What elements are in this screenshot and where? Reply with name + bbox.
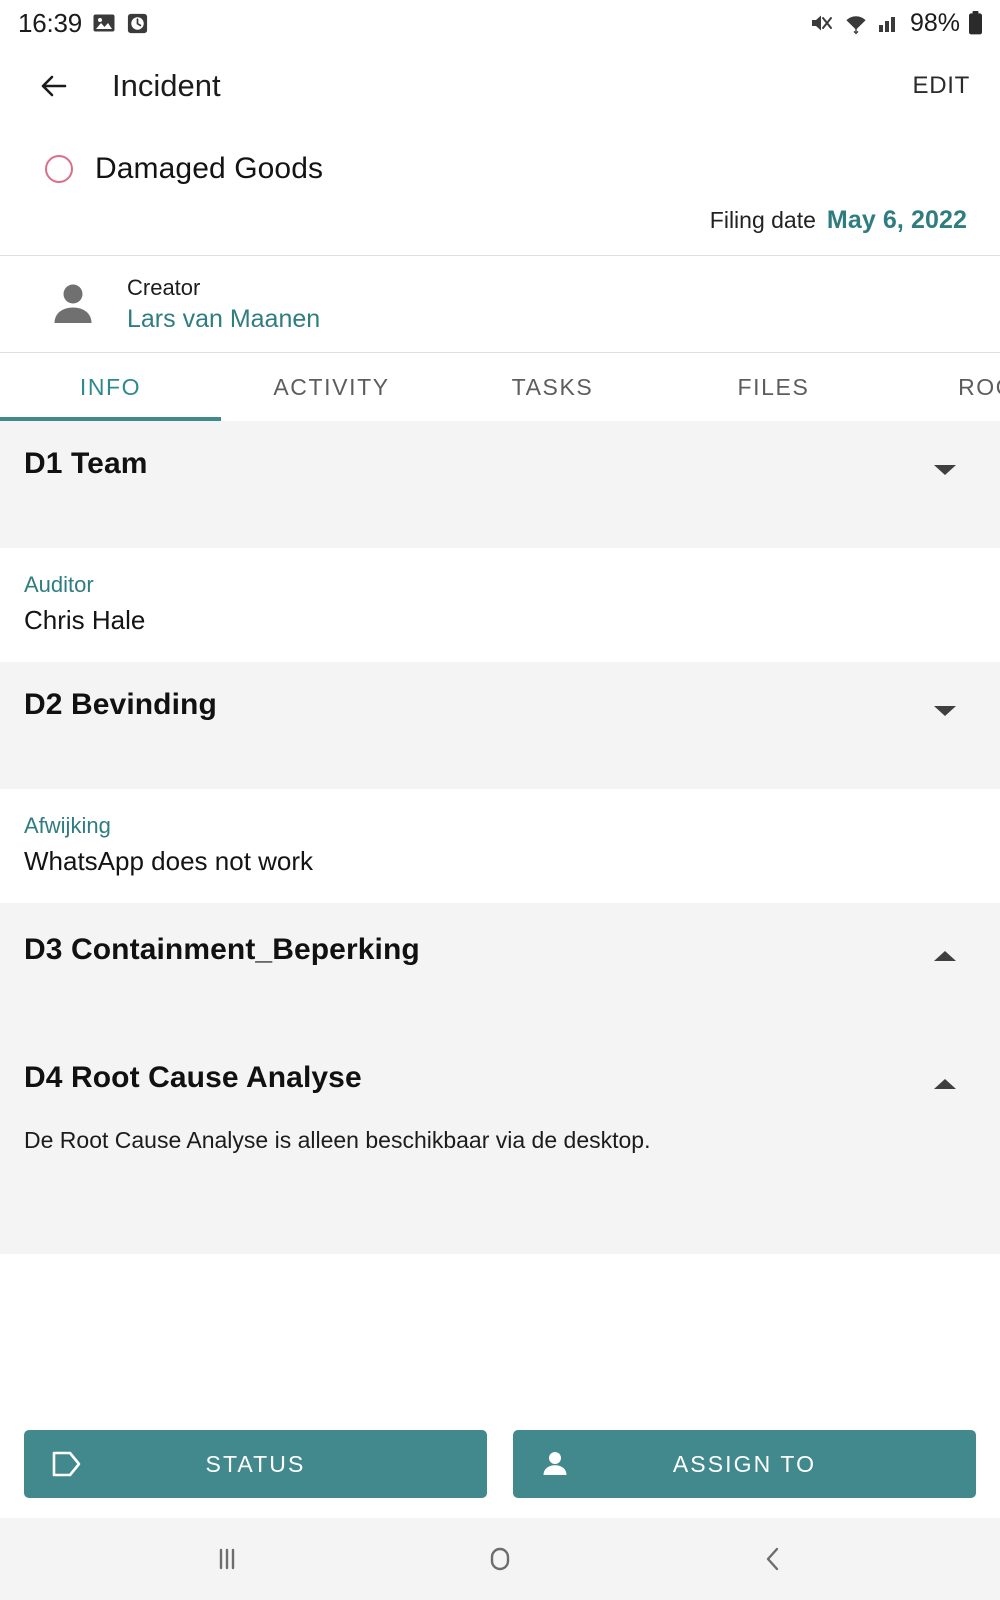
battery-icon <box>967 10 984 36</box>
section-header-d2-bevinding[interactable]: D2 Bevinding <box>0 662 1000 789</box>
assign-to-button[interactable]: ASSIGN TO <box>513 1430 976 1498</box>
person-icon <box>47 278 99 330</box>
creator-name[interactable]: Lars van Maanen <box>127 305 320 334</box>
recents-icon[interactable] <box>182 1529 272 1589</box>
chevron-down-icon[interactable] <box>928 694 962 728</box>
status-button-label: STATUS <box>205 1450 306 1477</box>
sections-d3-d4-panel: D3 Containment_Beperking D4 Root Cause A… <box>0 903 1000 1254</box>
back-arrow-icon[interactable] <box>28 60 80 112</box>
creator-texts: Creator Lars van Maanen <box>127 275 320 334</box>
action-bar: STATUS ASSIGN TO <box>0 1410 1000 1518</box>
section-header-d1-team[interactable]: D1 Team <box>0 421 1000 548</box>
field-value-afwijking: WhatsApp does not work <box>24 846 314 876</box>
status-bar: 16:39 98% <box>0 0 1000 46</box>
tab-tasks[interactable]: TASKS <box>442 353 663 421</box>
filing-date-row: Filing date May 6, 2022 <box>24 206 976 235</box>
chevron-up-icon[interactable] <box>928 939 962 973</box>
tab-activity[interactable]: ACTIVITY <box>221 353 442 421</box>
section-note-d4: De Root Cause Analyse is alleen beschikb… <box>24 1127 651 1153</box>
section-title-d4: D4 Root Cause Analyse <box>24 1061 362 1094</box>
section-header-d3-containment[interactable]: D3 Containment_Beperking <box>24 903 976 973</box>
section-title-d2: D2 Bevinding <box>24 688 217 721</box>
page-title: Incident <box>112 68 221 103</box>
tab-bar[interactable]: INFO ACTIVITY TASKS FILES ROOT <box>0 353 1000 421</box>
wifi-icon <box>843 11 869 35</box>
field-label-afwijking: Afwijking <box>24 813 111 838</box>
alarm-icon <box>126 12 149 35</box>
home-icon[interactable] <box>455 1529 545 1589</box>
app-bar: Incident EDIT <box>0 46 1000 126</box>
field-label-auditor: Auditor <box>24 572 94 597</box>
phone-screen: 16:39 98% Incident EDIT Damaged Goods Fi… <box>0 0 1000 1600</box>
creator-label: Creator <box>127 274 201 300</box>
status-bar-left: 16:39 <box>18 8 149 39</box>
filing-date-value[interactable]: May 6, 2022 <box>827 206 967 235</box>
section-title-d3: D3 Containment_Beperking <box>24 933 420 966</box>
tag-icon <box>50 1449 84 1479</box>
person-icon <box>539 1448 571 1480</box>
tab-info[interactable]: INFO <box>0 353 221 421</box>
creator-row[interactable]: Creator Lars van Maanen <box>0 256 1000 353</box>
edit-button[interactable]: EDIT <box>909 64 974 108</box>
filing-date-label: Filing date <box>709 207 816 233</box>
status-button[interactable]: STATUS <box>24 1430 487 1498</box>
mute-icon <box>810 11 836 35</box>
open-circle-icon <box>45 155 73 183</box>
chevron-down-icon[interactable] <box>928 453 962 487</box>
tab-files[interactable]: FILES <box>663 353 884 421</box>
assign-to-button-label: ASSIGN TO <box>672 1450 817 1477</box>
record-title: Damaged Goods <box>95 152 324 185</box>
section-header-d4-root-cause[interactable]: D4 Root Cause Analyse <box>24 973 976 1101</box>
tab-root-cause[interactable]: ROOT <box>884 353 1000 421</box>
status-bar-clock: 16:39 <box>18 7 83 38</box>
nav-back-icon[interactable] <box>728 1529 818 1589</box>
status-bar-right: 98% <box>810 9 984 38</box>
battery-percent-label: 98% <box>909 8 960 37</box>
image-icon <box>92 11 116 35</box>
info-tab-content: D1 Team Auditor Chris Hale D2 Bevinding … <box>0 421 1000 1410</box>
section-body-d1-team: Auditor Chris Hale <box>0 548 1000 662</box>
signal-icon <box>876 11 902 35</box>
record-title-row: Damaged Goods <box>24 152 976 186</box>
section-body-d2-bevinding: Afwijking WhatsApp does not work <box>0 789 1000 903</box>
field-value-auditor: Chris Hale <box>24 605 146 635</box>
section-title-d1: D1 Team <box>24 447 148 480</box>
system-nav-bar <box>0 1518 1000 1600</box>
record-header: Damaged Goods Filing date May 6, 2022 <box>0 126 1000 256</box>
chevron-up-icon[interactable] <box>928 1067 962 1101</box>
